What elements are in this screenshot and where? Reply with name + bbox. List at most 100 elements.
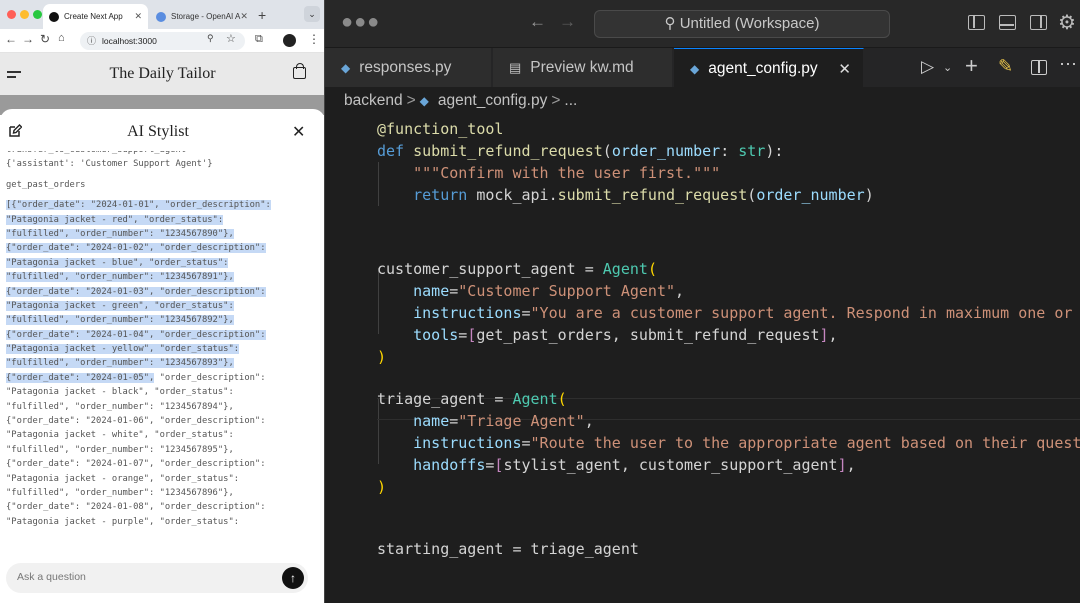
chat-log-line: {"order_date": "2024-01-06", "order_desc… [6,416,266,427]
breadcrumb-file[interactable]: agent_config.py [438,92,547,109]
chat-log-line: "fulfilled", "order_number": "1234567895… [6,444,234,455]
question-input-placeholder: Ask a question [17,571,86,583]
back-arrow-icon[interactable]: ← [5,32,17,46]
breadcrumb-folder[interactable]: backend [344,92,403,109]
forward-arrow-icon[interactable]: → [22,32,34,46]
highlighter-icon[interactable]: ✎ [998,56,1013,77]
selected-text: {"order_date": "2024-01-04", "order_desc… [6,329,266,340]
maximize-window-button[interactable] [33,10,42,19]
code-line: name="Customer Support Agent", [413,282,685,300]
close-window-button[interactable] [7,10,16,19]
browser-tab-create-next-app[interactable]: Create Next App ✕ [43,4,148,29]
close-tab-icon[interactable]: ✕ [134,11,142,22]
gear-icon[interactable]: ⚙ [1058,10,1076,35]
toggle-sidebar-icon[interactable] [968,15,985,30]
breadcrumb-symbol[interactable]: ... [564,92,577,109]
close-chat-icon[interactable]: ✕ [292,122,305,142]
code-line: tools=[get_past_orders, submit_refund_re… [413,326,838,344]
zoom-icon[interactable]: ⚲ [207,33,214,44]
breadcrumb: backend > ◆ agent_config.py >... [325,87,1080,115]
code-line: customer_support_agent = Agent( [377,260,657,278]
selected-text: "fulfilled", "order_number": "1234567892… [6,315,234,326]
editor-tab-bar: ◆ responses.py ▤ Preview kw.md ◆ agent_c… [325,47,1080,88]
toggle-panel-icon[interactable] [999,15,1016,30]
reload-icon[interactable]: ↻ [40,32,50,46]
selected-text: "Patagonia jacket - red", "order_status"… [6,214,224,225]
forward-arrow-icon[interactable]: → [559,12,576,32]
code-line: name="Triage Agent", [413,412,594,430]
chat-log-line: "Patagonia jacket - white", "order_statu… [6,430,234,441]
shopping-bag-icon[interactable] [293,63,306,79]
close-tab-icon[interactable]: ✕ [240,11,248,22]
selected-text: "fulfilled", "order_number": "1234567891… [6,272,234,283]
editor-tab-label: responses.py [359,59,452,76]
chat-log-line: "Patagonia jacket - red", "order_status"… [6,213,318,227]
chat-log-line: {'assistant': 'Customer Support Agent'} [6,159,213,170]
question-input[interactable]: Ask a question ↑ [6,563,308,593]
chat-message-log: transfer_to_customer_support_agent{'assi… [6,151,318,543]
chat-log-line: "fulfilled", "order_number": "1234567891… [6,270,318,284]
selected-text: "Patagonia jacket - green", "order_statu… [6,300,234,311]
run-icon[interactable]: ▷ [921,57,934,77]
search-icon: ⚲ [664,15,680,32]
chat-log-line: {"order_date": "2024-01-02", "order_desc… [6,241,318,255]
browser-tab-label: Storage - OpenAI A [171,12,241,21]
browser-menu-icon[interactable]: ⋮ [308,32,320,46]
openai-favicon-icon [156,11,166,22]
close-tab-icon[interactable]: ✕ [838,60,851,78]
chat-log-line: "Patagonia jacket - black", "order_statu… [6,387,234,398]
browser-tab-label: Create Next App [64,12,123,21]
minimize-window-button[interactable] [20,10,29,19]
selected-text: "fulfilled", "order_number": "1234567893… [6,358,234,369]
browser-tab-storage[interactable]: Storage - OpenAI A ✕ [150,4,250,29]
site-info-icon[interactable]: ⓘ [87,32,96,50]
code-line: def submit_refund_request(order_number: … [377,142,784,160]
selected-text: "Patagonia jacket - blue", "order_status… [6,257,229,268]
send-arrow-icon[interactable]: ↑ [282,567,304,589]
chat-log-line: "Patagonia jacket - purple", "order_stat… [6,516,240,527]
editor-tab-agent-config[interactable]: ◆ agent_config.py ✕ [674,48,864,88]
back-arrow-icon[interactable]: ← [529,12,546,32]
code-line: instructions="Route the user to the appr… [413,434,1080,452]
toggle-secondary-sidebar-icon[interactable] [1030,15,1047,30]
split-editor-icon[interactable] [1031,60,1047,75]
extensions-icon[interactable]: ⧉ [255,33,263,46]
more-actions-icon[interactable]: ⋯ [1059,54,1077,75]
selected-text: {"order_date": "2024-01-02", "order_desc… [6,243,266,254]
editor-tab-responses[interactable]: ◆ responses.py [325,48,492,88]
code-line: return mock_api.submit_refund_request(or… [413,186,874,204]
selected-text: "fulfilled", "order_number": "1234567890… [6,228,234,239]
preview-icon: ▤ [509,60,522,75]
editor-tab-label: agent_config.py [708,59,818,77]
site-title: The Daily Tailor [109,65,216,82]
command-center-search[interactable]: ⚲ Untitled (Workspace) [594,10,890,38]
profile-avatar-icon[interactable] [283,34,296,47]
code-line: @function_tool [377,120,504,138]
new-file-plus-icon[interactable]: + [965,53,978,79]
code-editor[interactable]: @function_tool def submit_refund_request… [325,118,1080,603]
chevron-right-icon: > [551,92,561,109]
chat-log-line: {"order_date": "2024-01-07", "order_desc… [6,459,266,470]
editor-tab-preview[interactable]: ▤ Preview kw.md [493,48,673,88]
code-line: ) [377,348,387,366]
chat-log-line: "Patagonia jacket - yellow", "order_stat… [6,342,318,356]
url-field[interactable]: ⓘ localhost:3000 [80,32,245,50]
code-line: triage_agent = Agent( [377,390,567,408]
chat-log-line: "fulfilled", "order_number": "1234567894… [6,401,234,412]
chat-log-line: get_past_orders [6,179,86,190]
chat-log-line: [{"order_date": "2024-01-01", "order_des… [6,198,318,212]
chat-log-line: "Patagonia jacket - green", "order_statu… [6,299,318,313]
screen: Create Next App ✕ Storage - OpenAI A ✕ +… [0,0,1080,603]
tab-search-icon[interactable]: ⌄ [304,6,320,22]
nextjs-favicon-icon [49,11,59,22]
home-icon[interactable]: ⌂ [58,32,65,44]
workspace-label: Untitled (Workspace) [679,15,820,32]
bookmark-star-icon[interactable]: ☆ [226,32,236,45]
chat-log-line: {"order_date": "2024-01-08", "order_desc… [6,502,266,513]
chevron-down-icon[interactable]: ⌄ [943,61,952,74]
new-tab-icon[interactable]: + [258,7,266,23]
code-line: handoffs=[stylist_agent, customer_suppor… [413,456,856,474]
chat-title: AI Stylist [127,123,189,140]
window-controls-icon[interactable]: ●●● [341,11,380,34]
chat-log-line: "fulfilled", "order_number": "1234567890… [6,227,318,241]
